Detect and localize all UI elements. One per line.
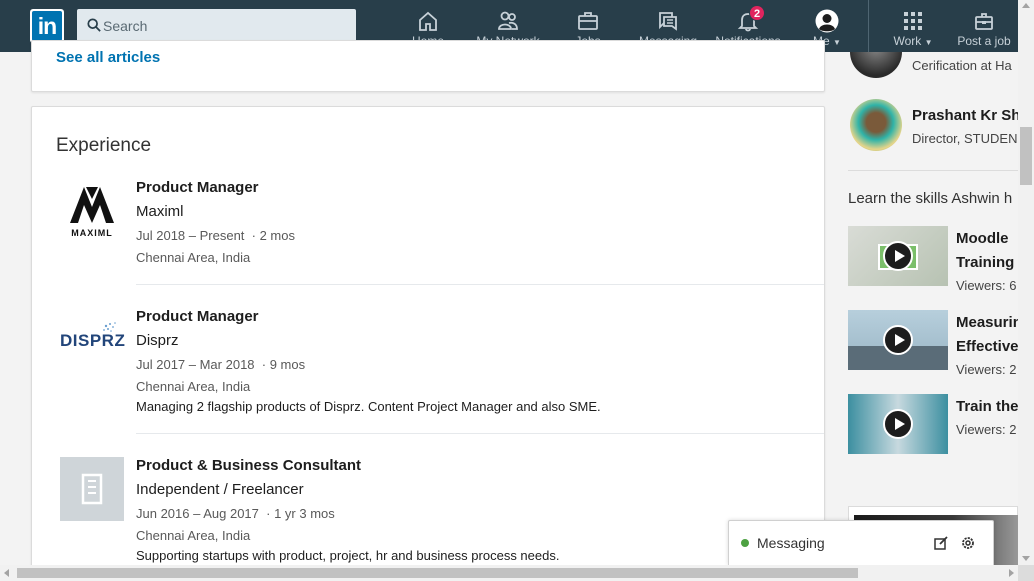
person-headline: Director, STUDEN <box>912 131 1018 146</box>
search-icon <box>87 18 101 32</box>
avatar <box>815 9 839 33</box>
job-dates: Jul 2018 – Present · 2 mos <box>136 228 295 243</box>
avatar[interactable] <box>850 52 902 78</box>
divider <box>848 170 1018 171</box>
job-dates: Jul 2017 – Mar 2018 · 9 mos <box>136 357 306 372</box>
messaging-dock-label[interactable]: Messaging <box>757 535 825 551</box>
grid-icon <box>904 12 922 30</box>
course-viewers: Viewers: 2 <box>956 422 1017 437</box>
nav-post-job[interactable]: Post a job <box>954 0 1014 52</box>
play-icon <box>883 241 913 271</box>
scroll-right-arrow[interactable] <box>1009 569 1014 577</box>
messaging-dock[interactable]: Messaging <box>728 520 994 565</box>
date-separator: · <box>262 506 275 521</box>
course-title[interactable]: Measurin <box>956 314 1018 331</box>
person-headline: Cerification at Ha <box>912 58 1012 73</box>
nav-work[interactable]: Work ▼ <box>890 0 936 52</box>
linkedin-logo[interactable]: in <box>30 9 64 43</box>
job-description: Supporting startups with product, projec… <box>136 548 560 563</box>
job-title[interactable]: Product & Business Consultant <box>136 457 361 474</box>
compose-icon[interactable] <box>933 535 949 551</box>
post-job-icon <box>975 13 993 30</box>
horizontal-scrollbar[interactable] <box>0 565 1018 581</box>
disprz-logo[interactable]: DISPRZ <box>60 308 126 372</box>
company-name: Disprz <box>136 332 179 349</box>
building-icon <box>81 473 103 505</box>
people-icon <box>498 11 518 30</box>
people-also-viewed-item[interactable]: Prashant Kr Sh Director, STUDEN <box>850 99 1018 153</box>
search-input[interactable] <box>103 9 348 43</box>
company-name: Independent / Freelancer <box>136 481 304 498</box>
date-separator: · <box>248 228 260 243</box>
briefcase-icon <box>578 12 598 30</box>
course-title-line2[interactable]: Effective <box>956 338 1018 355</box>
play-icon <box>883 325 913 355</box>
learn-skills-heading: Learn the skills Ashwin h <box>848 190 1013 207</box>
course-thumbnail[interactable] <box>848 394 948 454</box>
course-thumbnail[interactable] <box>848 310 948 370</box>
date-separator: · <box>258 357 270 372</box>
person-name[interactable]: Prashant Kr Sh <box>912 107 1018 124</box>
chevron-down-icon: ▼ <box>924 38 933 47</box>
course-thumbnail[interactable] <box>848 226 948 286</box>
see-all-articles-link[interactable]: See all articles <box>56 49 160 66</box>
course-viewers: Viewers: 2 <box>956 362 1017 377</box>
home-icon <box>419 11 437 31</box>
course-title[interactable]: Train the <box>956 398 1018 415</box>
scroll-up-arrow[interactable] <box>1022 3 1030 8</box>
nav-work-label: Work <box>893 34 922 48</box>
job-location: Chennai Area, India <box>136 250 251 265</box>
scrollbar-corner <box>1018 565 1034 581</box>
logo-text: in <box>32 11 62 41</box>
divider <box>136 284 824 285</box>
company-placeholder-logo[interactable] <box>60 457 124 521</box>
scroll-left-arrow[interactable] <box>4 569 9 577</box>
chevron-down-icon: ▼ <box>833 38 841 47</box>
articles-card: See all articles <box>31 40 825 92</box>
course-title-line2[interactable]: Training <box>956 254 1014 271</box>
divider <box>136 433 824 434</box>
vertical-scrollbar[interactable] <box>1018 0 1034 565</box>
people-also-viewed-item[interactable]: Cerification at Ha <box>850 52 1018 80</box>
experience-section: Experience MAXIML Product Manager Maximl… <box>31 106 825 576</box>
nav-divider <box>868 0 869 52</box>
disprz-logo-text: DISPRZ <box>60 331 126 350</box>
job-location: Chennai Area, India <box>136 528 251 543</box>
right-rail: Cerification at Ha Prashant Kr Sh Direct… <box>836 52 1018 565</box>
course-item[interactable]: Moodle Training Viewers: 6 <box>848 226 1018 293</box>
maximl-logo[interactable]: MAXIML <box>60 179 124 243</box>
company-name: Maximl <box>136 203 184 220</box>
course-item[interactable]: Measurin Effective Viewers: 2 <box>848 310 1018 377</box>
scroll-down-arrow[interactable] <box>1022 556 1030 561</box>
notification-badge: 2 <box>749 5 765 21</box>
messaging-icon <box>659 12 677 31</box>
course-title[interactable]: Moodle <box>956 230 1009 247</box>
job-dates: Jun 2016 – Aug 2017 · 1 yr 3 mos <box>136 506 335 521</box>
search-box[interactable] <box>77 9 356 43</box>
avatar[interactable] <box>850 99 902 151</box>
nav-post-job-label: Post a job <box>957 34 1011 48</box>
online-status-dot <box>741 539 749 547</box>
experience-heading: Experience <box>56 135 152 156</box>
gear-icon[interactable] <box>960 535 976 551</box>
course-viewers: Viewers: 6 <box>956 278 1017 293</box>
play-icon <box>883 409 913 439</box>
job-title[interactable]: Product Manager <box>136 308 259 325</box>
maximl-logo-text: MAXIML <box>71 228 113 238</box>
scrollbar-thumb[interactable] <box>17 568 858 578</box>
job-location: Chennai Area, India <box>136 379 251 394</box>
job-description: Managing 2 flagship products of Disprz. … <box>136 399 601 414</box>
course-item[interactable]: Train the Viewers: 2 <box>848 394 1018 454</box>
job-title[interactable]: Product Manager <box>136 179 259 196</box>
scrollbar-thumb[interactable] <box>1020 127 1032 185</box>
